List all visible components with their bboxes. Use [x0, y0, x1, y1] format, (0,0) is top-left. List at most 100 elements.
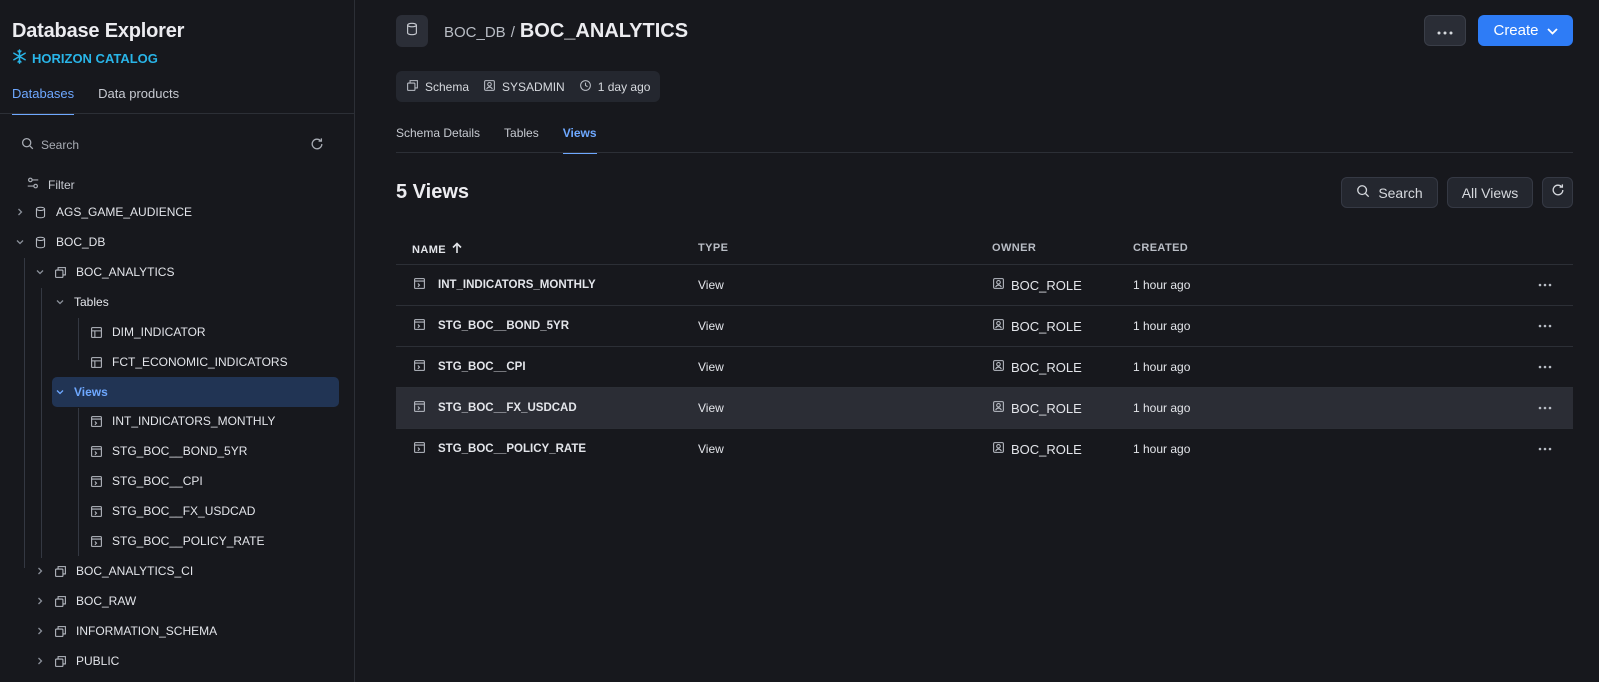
tree-item-label: BOC_DB — [56, 235, 106, 249]
column-label: OWNER — [992, 242, 1037, 254]
schema-icon — [54, 564, 68, 578]
filter-button[interactable]: Filter — [26, 176, 75, 193]
tree-item-boc-raw[interactable]: BOC_RAW — [34, 587, 334, 615]
divider — [396, 152, 1573, 153]
column-label: TYPE — [698, 242, 729, 254]
view-icon — [90, 444, 104, 458]
view-icon — [413, 441, 426, 457]
search-button[interactable]: Search — [1341, 177, 1438, 208]
tree-item-stg-boc-bond-5yr[interactable]: STG_BOC__BOND_5YR — [90, 437, 334, 465]
tree-item-fct-economic-indicators[interactable]: FCT_ECONOMIC_INDICATORS — [90, 348, 334, 376]
chevron-right-icon — [34, 657, 46, 665]
row-more-icon[interactable] — [1535, 306, 1555, 346]
tab-tables[interactable]: Tables — [504, 126, 539, 154]
column-header-type[interactable]: TYPE — [698, 242, 728, 254]
view-name: STG_BOC__POLICY_RATE — [438, 443, 587, 455]
column-header-created[interactable]: CREATED — [1133, 242, 1188, 254]
user-icon — [483, 79, 496, 95]
chevron-right-icon — [34, 567, 46, 575]
tree-item-stg-boc-policy-rate[interactable]: STG_BOC__POLICY_RATE — [90, 527, 334, 555]
chevron-right-icon — [14, 208, 26, 216]
row-more-icon[interactable] — [1535, 429, 1555, 469]
meta-type-label: Schema — [425, 79, 470, 94]
search-icon — [1356, 184, 1370, 201]
search-label: Search — [1378, 184, 1423, 201]
row-more-icon[interactable] — [1535, 265, 1555, 305]
user-icon — [992, 359, 1005, 375]
tab-schema-details[interactable]: Schema Details — [396, 126, 480, 154]
tree-item-label: BOC_ANALYTICS_CI — [76, 564, 194, 578]
view-icon — [413, 277, 426, 293]
tree-item-dim-indicator[interactable]: DIM_INDICATOR — [90, 318, 334, 346]
tab-databases[interactable]: Databases — [12, 86, 75, 115]
tree-item-int-indicators-monthly[interactable]: INT_INDICATORS_MONTHLY — [90, 407, 334, 435]
cell-owner: BOC_ROLE — [992, 347, 1082, 387]
tree-item-label: STG_BOC__FX_USDCAD — [112, 504, 256, 518]
breadcrumb-separator: / — [510, 24, 515, 41]
tree-item-information-schema[interactable]: INFORMATION_SCHEMA — [34, 617, 334, 645]
tree-item-views-folder[interactable]: Views — [52, 377, 339, 407]
more-actions-button[interactable] — [1424, 15, 1466, 46]
tree-item-boc-analytics[interactable]: BOC_ANALYTICS — [34, 258, 334, 286]
cell-created: 1 hour ago — [1133, 278, 1191, 292]
table-row[interactable]: INT_INDICATORS_MONTHLY View BOC_ROLE 1 h… — [396, 265, 1573, 306]
snowflake-icon — [12, 49, 27, 67]
tree-item-public[interactable]: PUBLIC — [34, 647, 334, 675]
search-placeholder: Search — [41, 138, 80, 152]
owner-name: BOC_ROLE — [1011, 318, 1082, 334]
refresh-icon[interactable] — [310, 137, 326, 153]
user-icon — [992, 441, 1005, 457]
tab-views[interactable]: Views — [562, 126, 597, 154]
owner-name: BOC_ROLE — [1011, 359, 1082, 375]
column-header-owner[interactable]: OWNER — [992, 242, 1036, 254]
cell-owner: BOC_ROLE — [992, 388, 1082, 428]
filter-icon — [26, 176, 40, 193]
cell-name: STG_BOC__POLICY_RATE — [413, 429, 586, 469]
view-icon — [413, 318, 426, 334]
cell-type: View — [698, 278, 724, 292]
tree-item-boc-db[interactable]: BOC_DB — [14, 228, 334, 256]
owner-name: BOC_ROLE — [1011, 400, 1082, 416]
create-label: Create — [1493, 22, 1539, 39]
sidebar-tabs: Databases Data products — [12, 86, 179, 115]
chevron-down-icon — [14, 238, 26, 246]
table-row[interactable]: STG_BOC__CPI View BOC_ROLE 1 hour ago — [396, 347, 1573, 388]
sidebar-search-input[interactable]: Search — [21, 137, 79, 153]
tab-data-products[interactable]: Data products — [98, 86, 179, 115]
row-more-icon[interactable] — [1535, 347, 1555, 387]
table-row[interactable]: STG_BOC__BOND_5YR View BOC_ROLE 1 hour a… — [396, 306, 1573, 347]
tree-item-label: STG_BOC__BOND_5YR — [112, 444, 248, 458]
refresh-button[interactable] — [1542, 177, 1573, 208]
table-icon — [90, 355, 104, 369]
filter-label: Filter — [48, 177, 75, 192]
chevron-down-icon — [54, 298, 66, 306]
table-row[interactable]: STG_BOC__FX_USDCAD View BOC_ROLE 1 hour … — [396, 388, 1573, 429]
tree-item-label: STG_BOC__POLICY_RATE — [112, 534, 265, 548]
tree-item-stg-boc-fx-usdcad[interactable]: STG_BOC__FX_USDCAD — [90, 497, 334, 525]
tree-item-label: STG_BOC__CPI — [112, 474, 203, 488]
tree-item-stg-boc-cpi[interactable]: STG_BOC__CPI — [90, 467, 334, 495]
tree-item-label: AGS_GAME_AUDIENCE — [56, 205, 193, 219]
table-icon — [90, 325, 104, 339]
chevron-down-icon — [34, 268, 46, 276]
column-label: NAME — [412, 243, 446, 256]
tree-item-boc-analytics-ci[interactable]: BOC_ANALYTICS_CI — [34, 557, 334, 585]
view-icon — [90, 414, 104, 428]
database-icon — [34, 205, 48, 219]
catalog-label: HORIZON CATALOG — [32, 50, 158, 66]
schema-icon — [406, 79, 419, 95]
divider — [0, 113, 355, 114]
create-button[interactable]: Create — [1478, 15, 1573, 46]
schema-meta-bar: Schema SYSADMIN 1 day ago — [396, 71, 661, 102]
tree-item-label: PUBLIC — [76, 654, 120, 668]
tree-item-ags-game-audience[interactable]: AGS_GAME_AUDIENCE — [14, 198, 334, 226]
column-header-name[interactable]: NAME — [412, 242, 462, 257]
cell-type: View — [698, 360, 724, 374]
all-views-filter-button[interactable]: All Views — [1447, 177, 1533, 208]
tree-item-tables-folder[interactable]: Tables — [54, 288, 334, 316]
refresh-icon — [1551, 183, 1565, 202]
schema-icon — [54, 624, 68, 638]
breadcrumb-parent-link[interactable]: BOC_DB — [444, 24, 506, 41]
table-row[interactable]: STG_BOC__POLICY_RATE View BOC_ROLE 1 hou… — [396, 429, 1573, 470]
row-more-icon[interactable] — [1535, 388, 1555, 428]
